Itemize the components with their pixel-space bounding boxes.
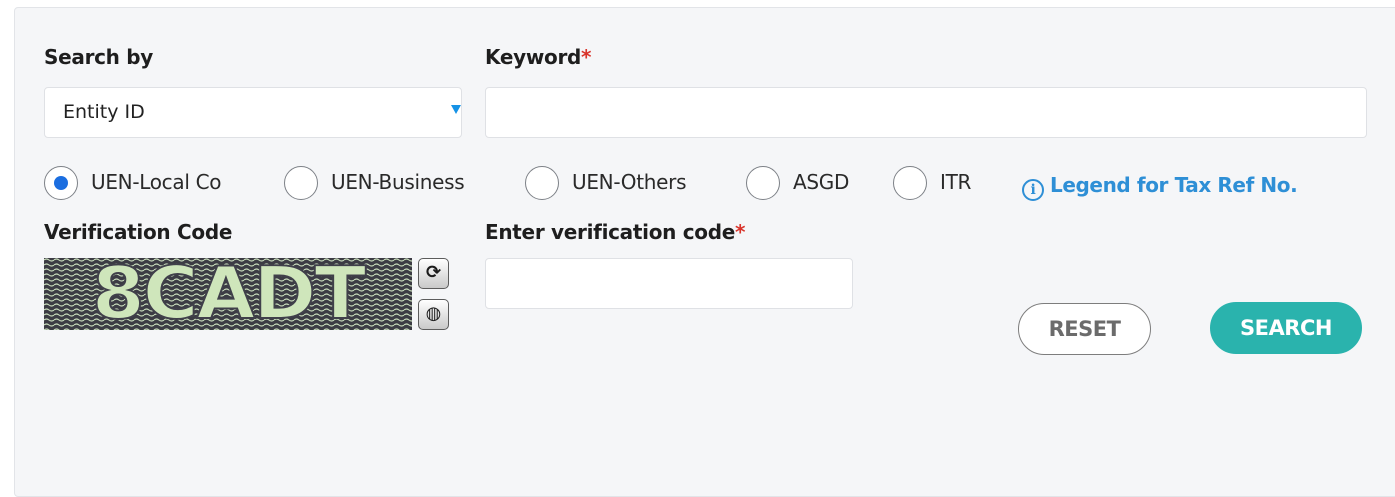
radio-itr[interactable]: ITR xyxy=(893,165,1003,203)
refresh-icon: ⟳ xyxy=(425,262,442,283)
radio-asgd[interactable]: ASGD xyxy=(746,165,866,203)
radio-label: ITR xyxy=(940,170,972,194)
captcha-image: 8CADT xyxy=(44,258,412,330)
radio-circle-icon[interactable] xyxy=(525,166,559,200)
legend-tax-ref-link[interactable]: i Legend for Tax Ref No. xyxy=(1022,173,1298,201)
radio-circle-icon[interactable] xyxy=(284,166,318,200)
radio-circle-icon[interactable] xyxy=(746,166,780,200)
verification-code-label: Verification Code xyxy=(44,220,233,244)
search-panel xyxy=(14,7,1395,497)
radio-circle-icon[interactable] xyxy=(44,166,78,200)
search-button[interactable]: SEARCH xyxy=(1210,302,1362,354)
radio-circle-icon[interactable] xyxy=(893,166,927,200)
search-by-select[interactable]: Entity ID xyxy=(44,87,462,138)
enter-verification-label: Enter verification code* xyxy=(485,220,746,244)
legend-link-text: Legend for Tax Ref No. xyxy=(1050,173,1298,197)
reset-button[interactable]: RESET xyxy=(1018,303,1151,355)
keyword-input[interactable] xyxy=(485,87,1367,138)
search-by-selected-value: Entity ID xyxy=(63,101,145,123)
audio-captcha-button[interactable]: ◍ xyxy=(418,299,449,330)
keyword-label: Keyword* xyxy=(485,45,592,69)
radio-label: UEN-Others xyxy=(572,170,687,194)
radio-uen-business[interactable]: UEN-Business xyxy=(284,165,494,203)
search-by-label: Search by xyxy=(44,45,154,69)
verification-code-input[interactable] xyxy=(485,258,853,309)
radio-label: UEN-Local Co xyxy=(91,170,222,194)
radio-label: ASGD xyxy=(793,170,850,194)
speaker-icon: ◍ xyxy=(425,303,442,324)
radio-uen-others[interactable]: UEN-Others xyxy=(525,165,715,203)
chevron-down-icon xyxy=(451,105,461,114)
refresh-captcha-button[interactable]: ⟳ xyxy=(418,258,449,289)
radio-uen-local-co[interactable]: UEN-Local Co xyxy=(44,165,254,203)
radio-label: UEN-Business xyxy=(331,170,465,194)
required-asterisk: * xyxy=(735,220,746,244)
captcha-text: 8CADT xyxy=(92,258,367,330)
required-asterisk: * xyxy=(581,45,592,69)
info-icon: i xyxy=(1022,179,1044,201)
